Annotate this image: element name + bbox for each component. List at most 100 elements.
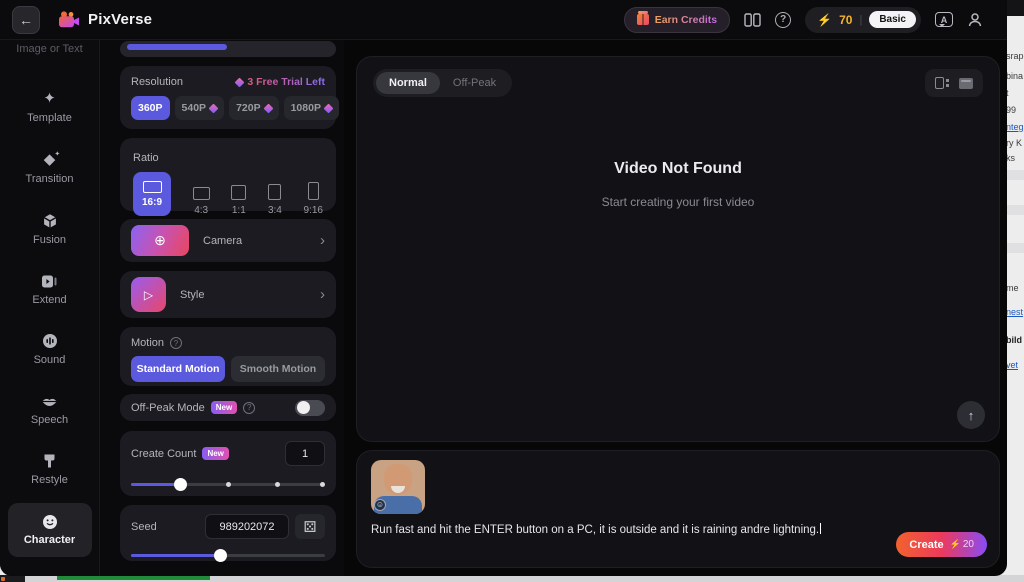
sidebar-item-speech[interactable]: Speech [31,393,68,426]
sidebar: Image or Text ✦ Template ◆✦ Transition [0,40,100,576]
pixverse-camera-icon [58,11,80,28]
seed-label: Seed [131,521,157,533]
sound-icon [42,333,58,349]
help-icon[interactable]: ? [775,12,791,28]
ratio-16-9-button[interactable]: 16:9 [133,172,171,216]
credits-pill[interactable]: ⚡ 70 | Basic [805,7,921,33]
seed-section: Seed ⚄ [120,505,336,561]
resolution-540p-button[interactable]: 540P [175,96,225,120]
queue-tabs: Normal Off-Peak [373,69,512,97]
mode-switch-partial[interactable] [120,41,336,57]
slider-thumb[interactable] [174,478,187,491]
sidebar-item-extend[interactable]: Extend [32,273,66,306]
empty-title: Video Not Found [357,160,999,178]
earn-credits-button[interactable]: Earn Credits [624,7,730,33]
motion-help-icon[interactable]: ? [170,337,182,349]
ratio-9-16-button[interactable]: 9:16 [304,182,323,216]
grid-view-icon[interactable] [935,77,944,89]
chevron-right-icon: › [320,286,325,303]
free-trial-note: 3 Free Trial Left [236,76,325,88]
background-orange-dot [1,577,5,581]
offpeak-toggle[interactable] [295,400,325,416]
background-window-titlebar [1004,0,1024,16]
create-count-slider[interactable] [131,478,325,491]
seed-input[interactable] [205,514,289,539]
extend-play-icon [41,273,58,289]
resolution-360p-button[interactable]: 360P [131,96,170,120]
transition-diamond-icon: ◆✦ [44,152,56,168]
topbar-right: Earn Credits ? ⚡ 70 | Basic [624,7,983,33]
gem-icon [209,103,219,113]
account-icon[interactable] [967,12,983,28]
pixverse-window: ← PixVerse Earn Credits [0,0,1007,576]
offpeak-label: Off-Peak Mode [131,402,205,414]
sidebar-item-restyle[interactable]: Restyle [31,453,68,486]
background-progress-bar [57,576,210,580]
sidebar-item-image-or-text[interactable]: Image or Text [16,43,82,55]
tab-normal[interactable]: Normal [376,72,440,94]
divider: | [859,14,862,26]
ratio-16-9-icon [143,181,162,193]
background-window-right: srap bina t 99 nteg ry K ks me nest bild… [1004,0,1024,582]
background-window-bottom [25,575,1024,582]
standard-motion-button[interactable]: Standard Motion [131,356,225,382]
bolt-icon: ⚡ [817,13,832,27]
character-reference-thumbnail[interactable]: ☺ [371,460,425,514]
brand-logo[interactable]: PixVerse [58,11,152,28]
slider-thumb[interactable] [214,549,227,562]
credits-value: 70 [839,13,852,27]
resolution-1080p-button[interactable]: 1080P [284,96,339,120]
sidebar-item-sound[interactable]: Sound [34,333,66,366]
offpeak-help-icon[interactable]: ? [243,402,255,414]
seed-slider[interactable] [131,549,325,562]
motion-label: Motion [131,337,164,349]
dice-icon[interactable]: ⚄ [295,514,325,539]
sidebar-item-fusion[interactable]: Fusion [33,213,66,246]
bg-text-fragment: ry K [1006,138,1022,148]
tab-off-peak[interactable]: Off-Peak [440,72,509,94]
ratio-9-16-icon [308,182,319,200]
bg-link-fragment: nest [1006,307,1023,317]
offpeak-section: Off-Peak Mode New ? [120,394,336,421]
sidebar-item-character[interactable]: Character [8,503,92,557]
style-row[interactable]: ▷ Style › [120,271,336,318]
text-caret [820,523,821,534]
empty-subtitle: Start creating your first video [357,195,999,209]
prompt-textarea[interactable]: Run fast and hit the ENTER button on a P… [371,523,985,536]
scroll-top-button[interactable]: ↑ [957,401,985,429]
camera-row[interactable]: ⊕ Camera › [120,219,336,262]
feedback-icon[interactable]: A [935,12,953,27]
style-thumbnail: ▷ [131,277,166,312]
ratio-4-3-icon [193,187,210,200]
sidebar-item-template[interactable]: ✦ Template [27,91,72,124]
create-count-label: Create Count [131,448,196,460]
bg-text-fragment: srap [1006,51,1024,61]
create-count-input[interactable] [285,441,325,466]
resolution-720p-button[interactable]: 720P [229,96,279,120]
library-icon[interactable] [744,13,761,27]
bg-link-fragment: vet [1006,360,1018,370]
back-arrow-icon: ← [19,12,33,28]
smooth-motion-button[interactable]: Smooth Motion [231,356,325,382]
camera-label: Camera [203,235,242,247]
earn-credits-label: Earn Credits [655,14,717,26]
ratio-1-1-button[interactable]: 1:1 [231,185,246,216]
template-star-icon: ✦ [43,91,56,107]
plan-badge[interactable]: Basic [869,11,916,28]
create-button[interactable]: Create ⚡ 20 [896,532,987,557]
ratio-3-4-icon [268,184,281,200]
ratio-3-4-button[interactable]: 3:4 [268,184,282,216]
card-view-icon[interactable] [959,78,973,89]
ratio-4-3-button[interactable]: 4:3 [193,187,210,216]
back-button[interactable]: ← [12,6,40,34]
bg-text-fragment: ks [1006,153,1015,163]
app-body: Image or Text ✦ Template ◆✦ Transition [0,40,1007,576]
gift-icon [637,14,649,25]
sidebar-item-transition[interactable]: ◆✦ Transition [26,152,74,185]
chevron-right-icon: › [320,232,325,249]
empty-state: Video Not Found Start creating your firs… [357,160,999,209]
gem-icon [263,103,273,113]
main-area: Normal Off-Peak Video Not Found Start cr… [344,40,1007,576]
motion-section: Motion ? Standard Motion Smooth Motion [120,327,336,386]
new-badge: New [202,447,228,460]
